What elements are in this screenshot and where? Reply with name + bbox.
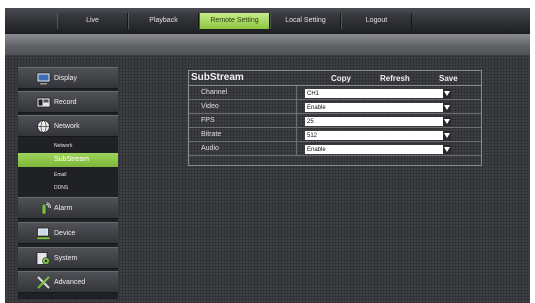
select-value: 512 xyxy=(307,133,318,139)
save-button[interactable]: Save xyxy=(439,74,458,83)
dropdown-arrow-icon[interactable] xyxy=(443,131,451,140)
sidebar-subitem-email[interactable]: Email xyxy=(18,169,118,181)
sidebar-subitem-label: Network xyxy=(54,143,73,149)
setting-label: Audio xyxy=(189,142,297,155)
sidebar-item-label: Device xyxy=(54,230,76,237)
setting-row-channel: Channel CH1 xyxy=(189,86,481,100)
tab-live[interactable]: Live xyxy=(57,13,128,29)
main-tabs: Live Playback Remote Setting Local Setti… xyxy=(57,13,412,29)
dropdown-arrow-icon[interactable] xyxy=(443,89,451,98)
refresh-button[interactable]: Refresh xyxy=(380,74,410,83)
copy-button[interactable]: Copy xyxy=(331,74,351,83)
sidebar-subitem-label: DDNS xyxy=(54,185,69,191)
sidebar-subitem-substream[interactable]: SubStream xyxy=(18,153,118,167)
sidebar-subitem-network[interactable]: Network xyxy=(18,140,118,152)
setting-row-audio: Audio Enable xyxy=(189,142,481,156)
system-icon xyxy=(36,252,50,265)
channel-select[interactable]: CH1 xyxy=(305,89,451,98)
sidebar-item-record[interactable]: Record xyxy=(18,91,118,113)
network-globe-icon xyxy=(37,120,50,133)
settings-sidebar: Display Record Network Network SubStream… xyxy=(18,67,118,299)
setting-label: Channel xyxy=(189,86,297,99)
panel-title: SubStream xyxy=(191,72,244,83)
sidebar-item-alarm[interactable]: Alarm xyxy=(18,197,118,219)
tab-logout[interactable]: Logout xyxy=(341,13,412,29)
setting-label: Bitrate xyxy=(189,128,297,141)
dropdown-arrow-icon[interactable] xyxy=(443,117,451,126)
alarm-icon xyxy=(41,202,51,215)
tools-icon xyxy=(37,276,50,289)
sidebar-item-device[interactable]: Device xyxy=(18,222,118,244)
tab-local-setting[interactable]: Local Setting xyxy=(270,13,341,29)
sidebar-item-display[interactable]: Display xyxy=(18,67,118,89)
dropdown-arrow-icon[interactable] xyxy=(443,145,451,154)
header-band xyxy=(5,34,530,55)
select-value: 25 xyxy=(307,119,314,125)
hard-disk-icon xyxy=(36,227,51,240)
camera-icon xyxy=(36,97,51,108)
sidebar-item-label: Display xyxy=(54,75,77,82)
sidebar-subitem-label: SubStream xyxy=(54,156,90,163)
bitrate-select[interactable]: 512 xyxy=(305,131,451,140)
setting-row-bitrate: Bitrate 512 xyxy=(189,128,481,142)
setting-label: FPS xyxy=(189,114,297,127)
sidebar-subitem-label: Email xyxy=(54,172,67,178)
select-value: Enable xyxy=(307,105,326,111)
substream-panel: SubStream Copy Refresh Save Channel CH1 … xyxy=(188,70,482,166)
select-value: CH1 xyxy=(307,91,320,97)
fps-select[interactable]: 25 xyxy=(305,117,451,126)
setting-row-video: Video Enable xyxy=(189,100,481,114)
monitor-icon xyxy=(36,72,51,85)
sidebar-item-label: Alarm xyxy=(54,205,73,212)
sidebar-item-network[interactable]: Network xyxy=(18,115,118,137)
sidebar-item-label: Network xyxy=(54,123,80,130)
sidebar-item-label: Advanced xyxy=(54,279,86,286)
dropdown-arrow-icon[interactable] xyxy=(443,103,451,112)
sidebar-item-label: Record xyxy=(54,99,77,106)
select-value: Enable xyxy=(307,147,326,153)
audio-select[interactable]: Enable xyxy=(305,145,451,154)
sidebar-item-label: System xyxy=(54,255,78,262)
sidebar-item-advanced[interactable]: Advanced xyxy=(18,271,118,293)
tab-playback[interactable]: Playback xyxy=(128,13,199,29)
panel-header: SubStream Copy Refresh Save xyxy=(189,71,481,86)
setting-label: Video xyxy=(189,100,297,113)
sidebar-subitem-ddns[interactable]: DDNS xyxy=(18,182,118,194)
tab-remote-setting[interactable]: Remote Setting xyxy=(199,13,270,29)
sidebar-item-system[interactable]: System xyxy=(18,247,118,269)
video-select[interactable]: Enable xyxy=(305,103,451,112)
setting-row-fps: FPS 25 xyxy=(189,114,481,128)
